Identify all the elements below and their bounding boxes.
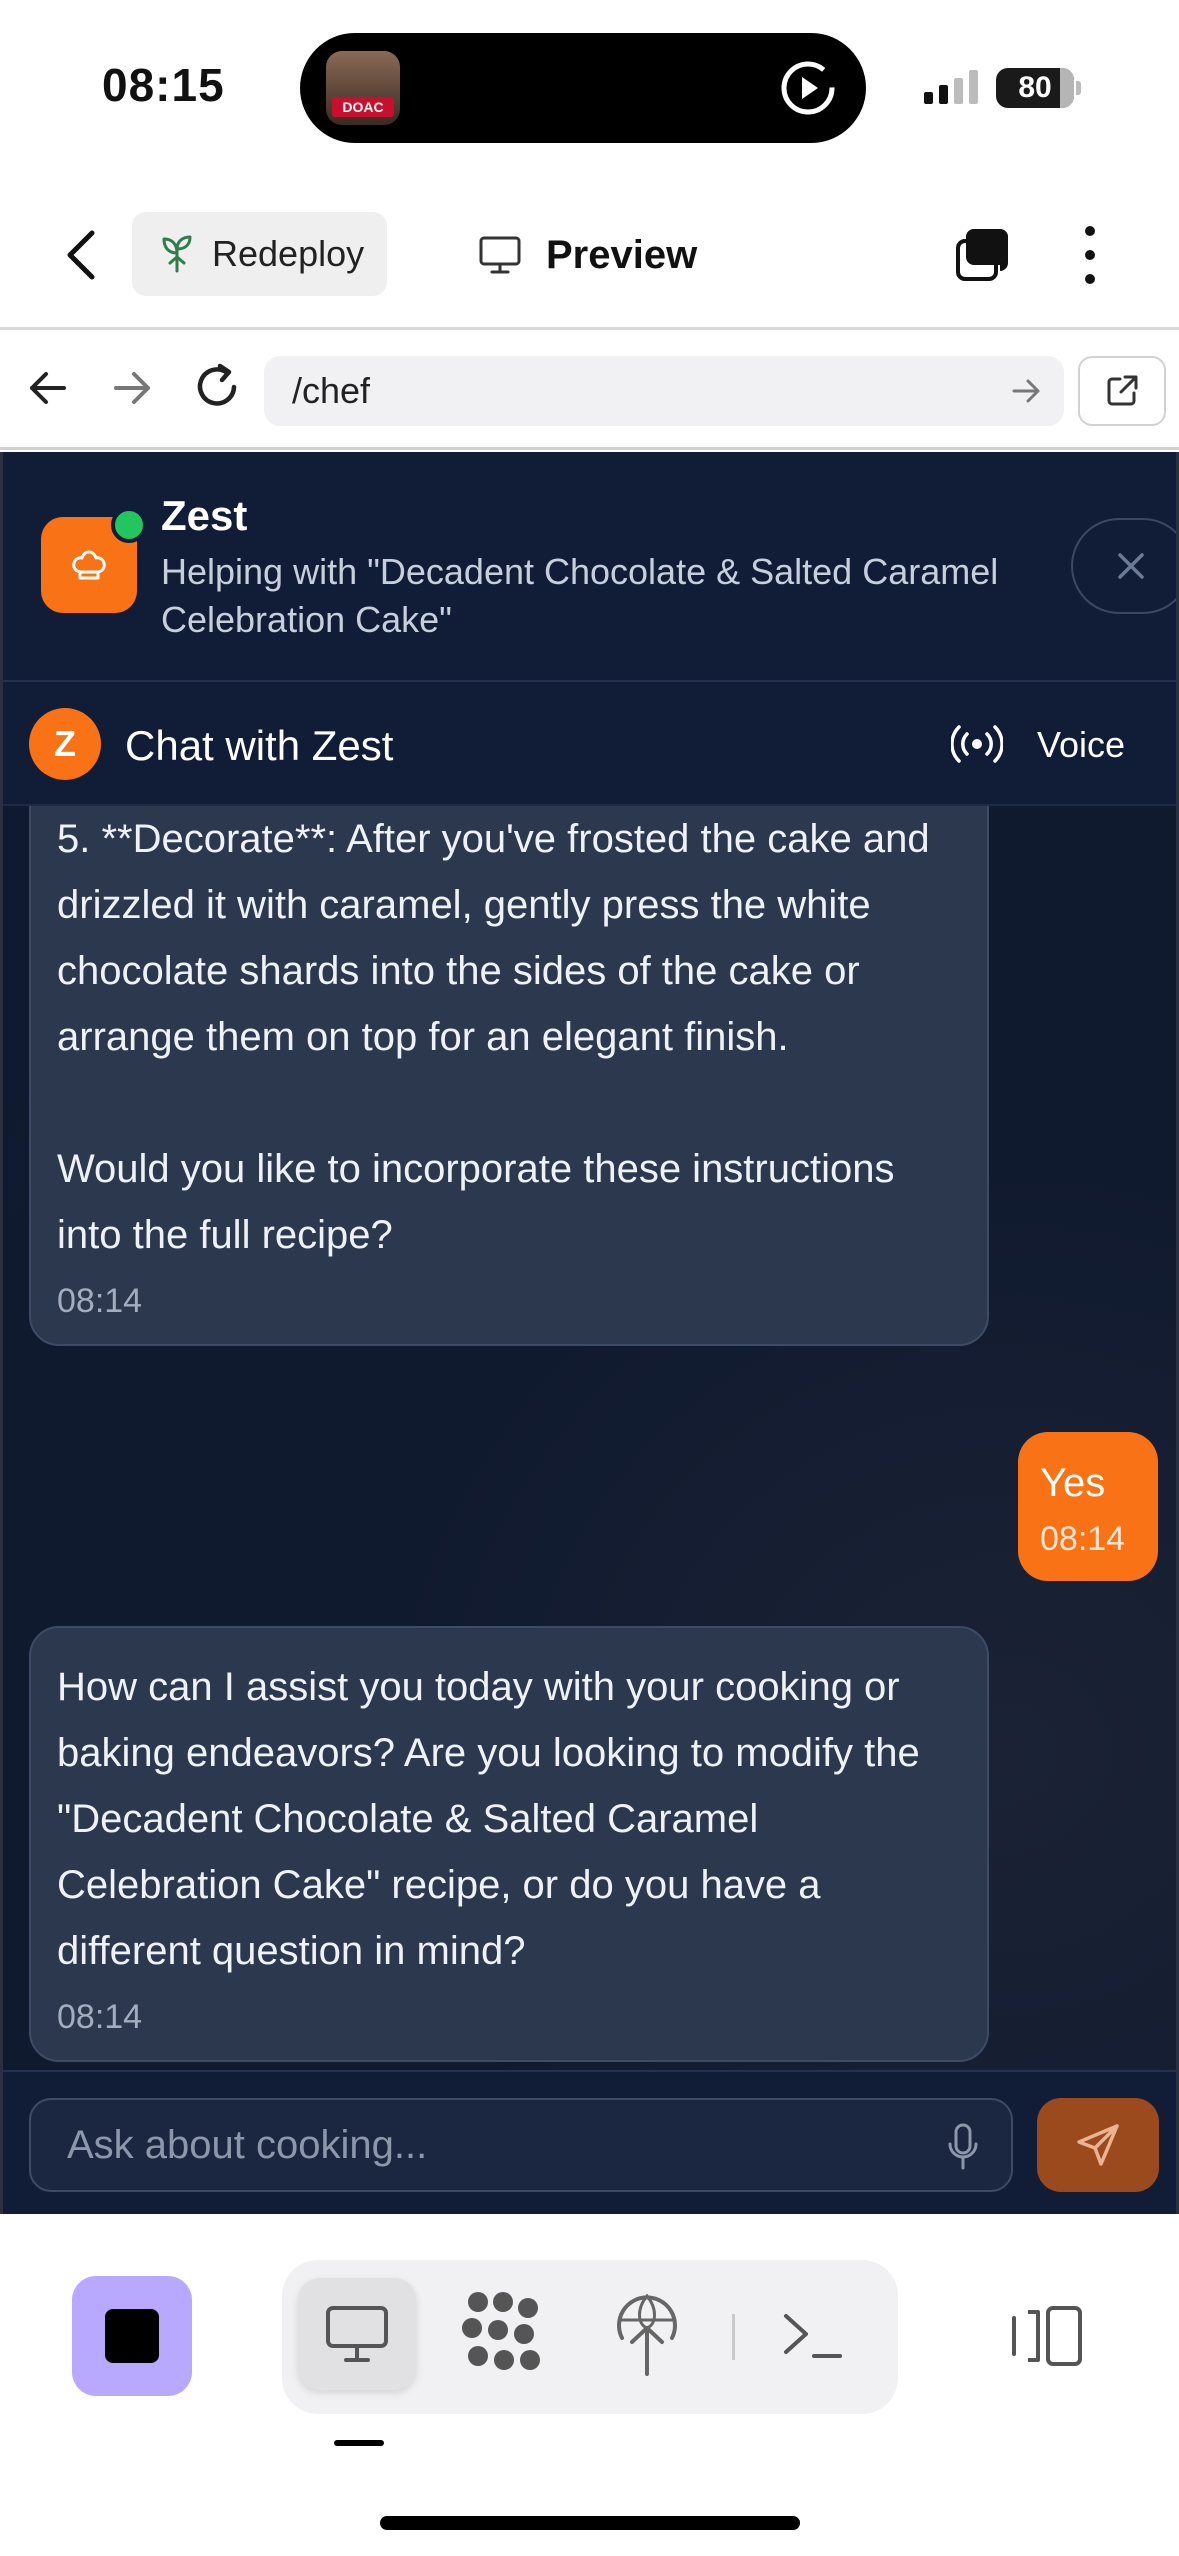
send-icon [1077, 2124, 1119, 2166]
message-user: Yes 08:14 [1018, 1432, 1158, 1581]
message-time: 08:14 [1040, 1520, 1126, 1558]
battery-indicator: 80 [996, 68, 1081, 108]
message-assistant: 5. **Decorate**: After you've frosted th… [29, 806, 989, 1346]
chevron-left-icon[interactable] [60, 225, 104, 285]
play-circle-icon [781, 61, 835, 115]
preview-label: Preview [546, 232, 698, 277]
media-thumbnail: DOAC [326, 51, 400, 125]
monitor-icon [479, 236, 521, 274]
stop-icon [105, 2309, 159, 2363]
message-assistant: How can I assist you today with your coo… [29, 1626, 989, 2062]
chat-title: Chat with Zest [125, 722, 394, 769]
home-indicator [380, 2516, 800, 2530]
url-text: /chef [292, 370, 371, 411]
battery-empty-segment [1060, 68, 1074, 108]
broadcast-icon[interactable] [951, 722, 1003, 766]
desktop-icon [326, 2306, 388, 2362]
message-text: How can I assist you today with your coo… [57, 1665, 931, 1973]
active-tab-indicator [334, 2440, 384, 2446]
chat-header: Z Chat with Zest Voice [3, 682, 1176, 806]
dynamic-island[interactable]: DOAC [300, 33, 866, 143]
terminal-icon[interactable] [780, 2304, 844, 2368]
url-field[interactable]: /chef [264, 356, 1064, 426]
message-list[interactable]: 5. **Decorate**: After you've frosted th… [3, 806, 1176, 2070]
signal-icon [924, 70, 978, 104]
chef-hat-icon [72, 550, 106, 580]
open-external-button[interactable] [1078, 356, 1166, 426]
reload-icon[interactable] [190, 360, 244, 414]
arrow-left-icon[interactable] [24, 364, 72, 412]
close-icon [1118, 553, 1144, 579]
chat-input[interactable] [29, 2098, 1013, 2192]
status-bar: 08:15 DOAC 80 [0, 0, 1179, 175]
assistant-subtitle: Helping with "Decadent Chocolate & Salte… [161, 551, 999, 640]
bottom-tab-bar [0, 2214, 1179, 2556]
more-vertical-icon[interactable] [1070, 223, 1110, 287]
external-link-icon [1107, 375, 1138, 406]
sprout-icon [162, 235, 192, 273]
message-text: Yes [1040, 1461, 1106, 1505]
close-assistant-button[interactable] [1071, 518, 1176, 614]
arrow-right-icon[interactable] [108, 364, 156, 412]
tabs-icon[interactable] [952, 225, 1012, 285]
chat-input-area [3, 2070, 1176, 2214]
battery-level: 80 [1018, 71, 1052, 104]
app-toolbar: Redeploy Preview [0, 175, 1179, 330]
web-content: Zest Helping with "Decadent Chocolate & … [0, 452, 1179, 2214]
send-button[interactable] [1037, 2098, 1159, 2192]
media-badge: DOAC [332, 97, 394, 117]
screen: 08:15 DOAC 80 Redeploy Preview /chef Zes… [0, 0, 1179, 2556]
tab-divider [732, 2314, 735, 2360]
stop-button[interactable] [72, 2276, 192, 2396]
assistant-name: Zest [161, 492, 248, 539]
tab-desktop[interactable] [298, 2278, 416, 2390]
deploy-icon[interactable] [612, 2288, 682, 2378]
message-time: 08:14 [57, 1282, 143, 1320]
preview-tab[interactable]: Preview [478, 220, 697, 290]
voice-button[interactable]: Voice [1037, 724, 1125, 766]
redeploy-label: Redeploy [212, 233, 365, 274]
browser-url-bar: /chef [0, 330, 1179, 450]
message-text: 5. **Decorate**: After you've frosted th… [57, 817, 930, 1257]
online-status-dot [111, 507, 147, 543]
status-time: 08:15 [102, 59, 225, 111]
go-arrow-icon[interactable] [1010, 376, 1042, 406]
assistant-header: Zest Helping with "Decadent Chocolate & … [3, 452, 1176, 682]
redeploy-button[interactable]: Redeploy [132, 212, 387, 296]
view-switcher [282, 2260, 898, 2414]
mic-icon[interactable] [945, 2122, 981, 2172]
assistant-avatar: Z [29, 708, 101, 780]
apps-icon[interactable] [458, 2288, 548, 2378]
split-view-icon[interactable] [1010, 2304, 1084, 2368]
message-time: 08:14 [57, 1998, 143, 2036]
